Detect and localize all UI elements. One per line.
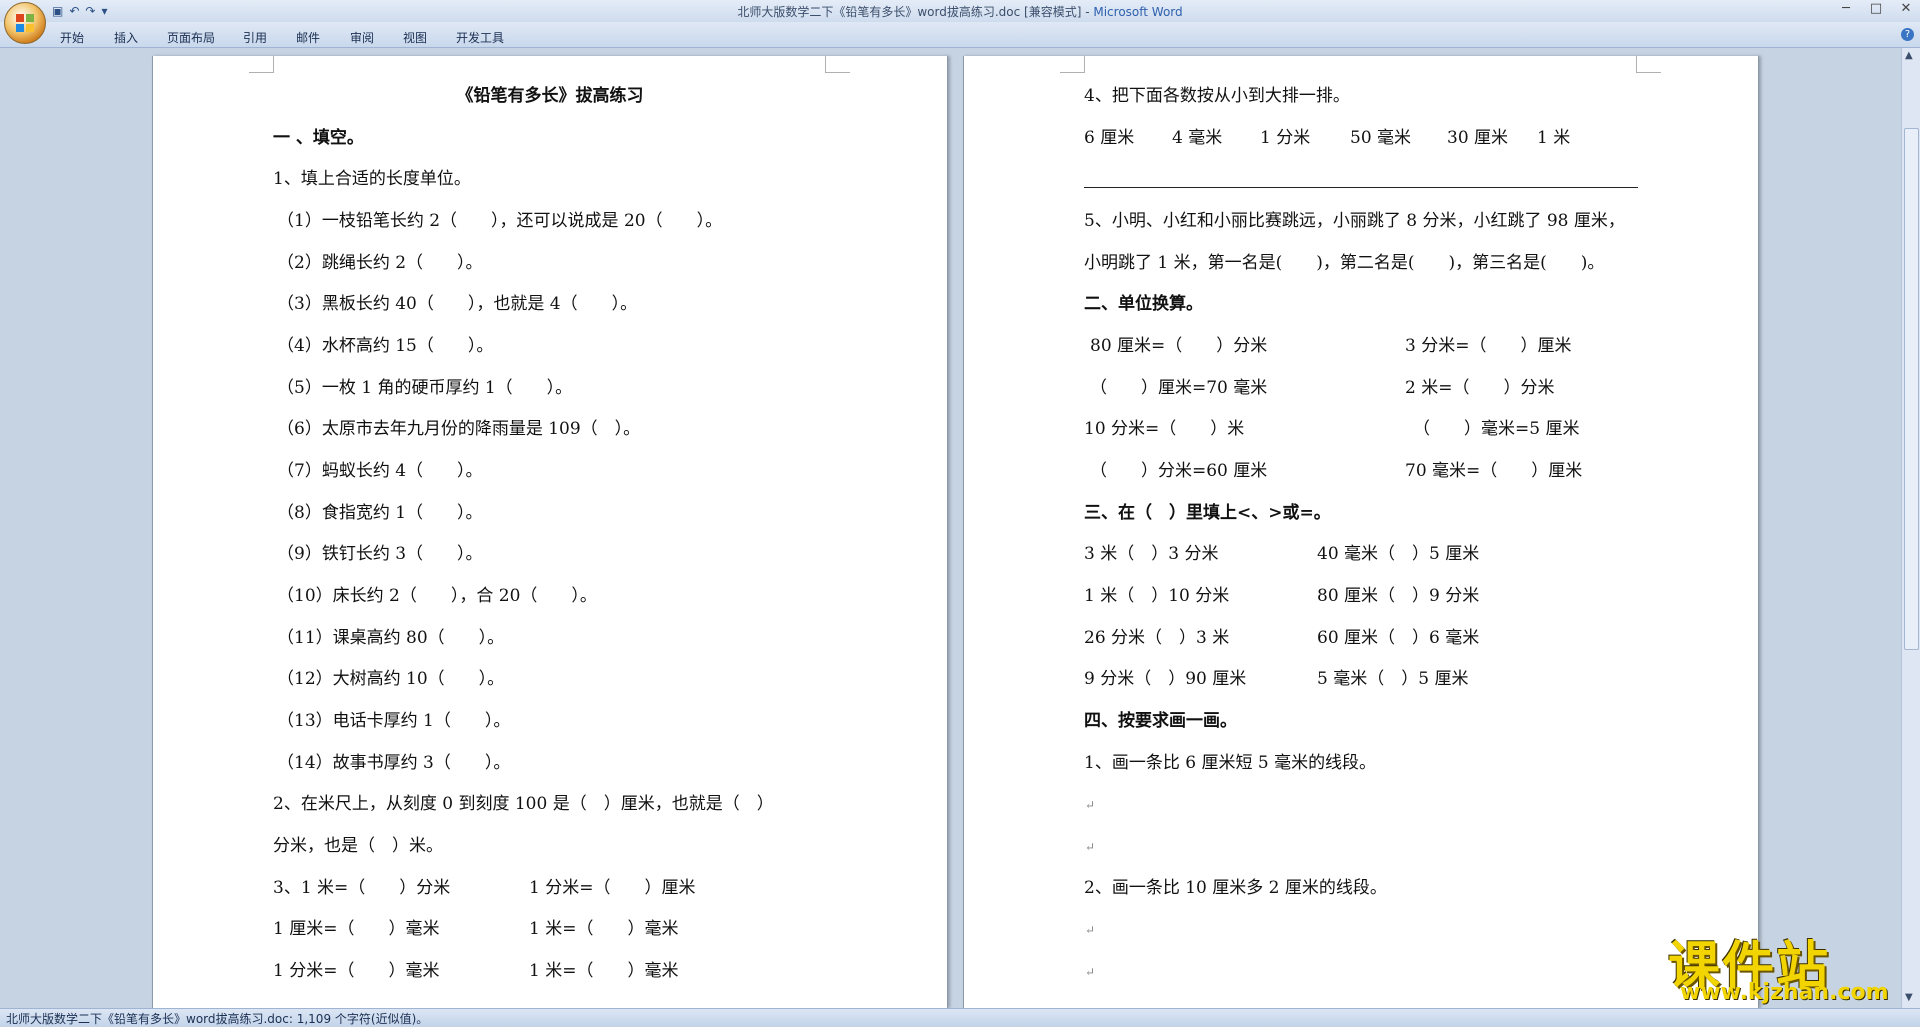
section-heading: 二、单位换算。 bbox=[1084, 294, 1203, 314]
tab-page-layout[interactable]: 页面布局 bbox=[167, 29, 215, 46]
help-icon[interactable]: ? bbox=[1901, 28, 1914, 41]
question-line: （7）蚂蚁长约 4（ ）。 bbox=[277, 461, 483, 481]
question-line: （10）床长约 2（ ），合 20（ ）。 bbox=[277, 586, 597, 606]
conversion-item: 80 厘米=（ ）分米 bbox=[1090, 336, 1268, 356]
watermark-url: www.kjzhan.com bbox=[1680, 980, 1889, 1005]
compare-item: 3 米（ ）3 分米 bbox=[1084, 544, 1219, 564]
question-line: （1）一枝铅笔长约 2（ ），还可以说成是 20（ ）。 bbox=[277, 211, 723, 231]
tab-mailings[interactable]: 邮件 bbox=[296, 29, 320, 46]
conversion-item: 1 分米=（ ）厘米 bbox=[529, 878, 696, 898]
q4-item: 30 厘米 bbox=[1447, 128, 1509, 148]
status-text: 北师大版数学二下《铅笔有多长》word拔高练习.doc: 1,109 个字符(近… bbox=[6, 1012, 429, 1026]
paragraph-mark: ↵ bbox=[1085, 965, 1096, 979]
margin-corner bbox=[1060, 56, 1085, 73]
question-line: （11）课桌高约 80（ ）。 bbox=[277, 628, 505, 648]
minimize-button[interactable]: ─ bbox=[1838, 1, 1854, 16]
scrollbar-thumb[interactable] bbox=[1904, 128, 1919, 650]
tab-insert[interactable]: 插入 bbox=[114, 29, 138, 46]
conversion-item: 1 米=（ ）毫米 bbox=[529, 919, 679, 939]
question-line: （12）大树高约 10（ ）。 bbox=[277, 669, 505, 689]
question-line: （13）电话卡厚约 1（ ）。 bbox=[277, 711, 511, 731]
title-bar: ▣ ↶ ↷ ▾ 北师大版数学二下《铅笔有多长》word拔高练习.doc [兼容模… bbox=[0, 0, 1920, 44]
q4-item: 50 毫米 bbox=[1350, 128, 1412, 148]
conversion-item: （ ）分米=60 厘米 bbox=[1090, 461, 1268, 481]
office-button[interactable] bbox=[4, 2, 46, 44]
compare-item: 40 毫米（ ）5 厘米 bbox=[1317, 544, 1480, 564]
conversion-item: 1 分米=（ ）毫米 bbox=[273, 961, 440, 981]
compare-item: 9 分米（ ）90 厘米 bbox=[1084, 669, 1247, 689]
question-line: 5、小明、小红和小丽比赛跳远，小丽跳了 8 分米，小红跳了 98 厘米， bbox=[1084, 211, 1625, 231]
paragraph-mark: ↵ bbox=[1085, 798, 1096, 812]
question-line: （9）铁钉长约 3（ ）。 bbox=[277, 544, 483, 564]
app-name: Microsoft Word bbox=[1093, 5, 1183, 19]
document-page-2[interactable]: 4、把下面各数按从小到大排一排。 6 厘米 4 毫米 1 分米 50 毫米 30… bbox=[963, 56, 1759, 1008]
question-line: （2）跳绳长约 2（ ）。 bbox=[277, 253, 483, 273]
section-heading: 一 、填空。 bbox=[273, 128, 364, 148]
question-line: （5）一枚 1 角的硬币厚约 1（ ）。 bbox=[277, 378, 573, 398]
q4-item: 4 毫米 bbox=[1172, 128, 1223, 148]
window-controls: ─ □ ✕ bbox=[1838, 1, 1914, 16]
tab-references[interactable]: 引用 bbox=[243, 29, 267, 46]
section-heading: 三、在（ ）里填上<、>或=。 bbox=[1084, 503, 1331, 523]
compare-item: 26 分米（ ）3 米 bbox=[1084, 628, 1230, 648]
question-line: （3）黑板长约 40（ ），也就是 4（ ）。 bbox=[277, 294, 638, 314]
watermark-logo: 课件站 www.kjzhan.com bbox=[1660, 924, 1900, 1008]
conversion-item: 3、1 米=（ ）分米 bbox=[273, 878, 451, 898]
question-line: （4）水杯高约 15（ ）。 bbox=[277, 336, 494, 356]
tab-home[interactable]: 开始 bbox=[60, 29, 84, 46]
document-title-text: 《铅笔有多长》拔高练习 bbox=[456, 86, 644, 106]
document-page-1[interactable]: 《铅笔有多长》拔高练习 一 、填空。 1、填上合适的长度单位。 （1）一枝铅笔长… bbox=[152, 56, 948, 1008]
conversion-item: 1 米=（ ）毫米 bbox=[529, 961, 679, 981]
scroll-up-icon[interactable]: ▲ bbox=[1905, 50, 1913, 61]
conversion-item: 2 米=（ ）分米 bbox=[1405, 378, 1555, 398]
office-logo-icon bbox=[16, 14, 34, 32]
document-title: 北师大版数学二下《铅笔有多长》word拔高练习.doc [兼容模式] - bbox=[737, 5, 1094, 19]
window-title: 北师大版数学二下《铅笔有多长》word拔高练习.doc [兼容模式] - Mic… bbox=[0, 3, 1920, 20]
conversion-item: （ ）厘米=70 毫米 bbox=[1090, 378, 1268, 398]
margin-corner bbox=[1636, 56, 1661, 73]
maximize-button[interactable]: □ bbox=[1868, 1, 1884, 16]
paragraph-mark: ↵ bbox=[1085, 840, 1096, 854]
conversion-item: 70 毫米=（ ）厘米 bbox=[1405, 461, 1583, 481]
section-heading: 四、按要求画一画。 bbox=[1084, 711, 1237, 731]
margin-corner bbox=[825, 56, 850, 73]
question-line: 1、填上合适的长度单位。 bbox=[273, 169, 471, 189]
vertical-scrollbar[interactable]: ▲ ▼ bbox=[1901, 48, 1920, 1008]
close-button[interactable]: ✕ bbox=[1898, 1, 1914, 16]
question-line: 2、在米尺上，从刻度 0 到刻度 100 是（ ）厘米，也就是（ ） bbox=[273, 794, 774, 814]
paragraph-mark: ↵ bbox=[1085, 923, 1096, 937]
compare-item: 60 厘米（ ）6 毫米 bbox=[1317, 628, 1480, 648]
conversion-item: （ ）毫米=5 厘米 bbox=[1413, 419, 1580, 439]
conversion-item: 3 分米=（ ）厘米 bbox=[1405, 336, 1572, 356]
compare-item: 5 毫米（ ）5 厘米 bbox=[1317, 669, 1469, 689]
question-line: 2、画一条比 10 厘米多 2 厘米的线段。 bbox=[1084, 878, 1387, 898]
q4-item: 6 厘米 bbox=[1084, 128, 1135, 148]
q4-item: 1 分米 bbox=[1260, 128, 1311, 148]
margin-corner bbox=[249, 56, 274, 73]
tab-review[interactable]: 审阅 bbox=[350, 29, 374, 46]
answer-line bbox=[1084, 187, 1638, 188]
question-line: 4、把下面各数按从小到大排一排。 bbox=[1084, 86, 1350, 106]
q4-item: 1 米 bbox=[1537, 128, 1571, 148]
scroll-down-icon[interactable]: ▼ bbox=[1905, 992, 1913, 1003]
ribbon-tab-bar: 开始 插入 页面布局 引用 邮件 审阅 视图 开发工具 ? bbox=[0, 22, 1920, 48]
question-line: （8）食指宽约 1（ ）。 bbox=[277, 503, 483, 523]
status-bar: 北师大版数学二下《铅笔有多长》word拔高练习.doc: 1,109 个字符(近… bbox=[0, 1008, 1920, 1026]
conversion-item: 10 分米=（ ）米 bbox=[1084, 419, 1245, 439]
question-line: 小明跳了 1 米，第一名是( )，第二名是( )，第三名是( )。 bbox=[1084, 253, 1605, 273]
question-line: （6）太原市去年九月份的降雨量是 109（ ）。 bbox=[277, 419, 641, 439]
question-line: （14）故事书厚约 3（ ）。 bbox=[277, 753, 511, 773]
compare-item: 1 米（ ）10 分米 bbox=[1084, 586, 1230, 606]
compare-item: 80 厘米（ ）9 分米 bbox=[1317, 586, 1480, 606]
conversion-item: 1 厘米=（ ）毫米 bbox=[273, 919, 440, 939]
question-line: 1、画一条比 6 厘米短 5 毫米的线段。 bbox=[1084, 753, 1377, 773]
tab-developer[interactable]: 开发工具 bbox=[456, 29, 504, 46]
tab-view[interactable]: 视图 bbox=[403, 29, 427, 46]
question-line: 分米，也是（ ）米。 bbox=[273, 836, 443, 856]
